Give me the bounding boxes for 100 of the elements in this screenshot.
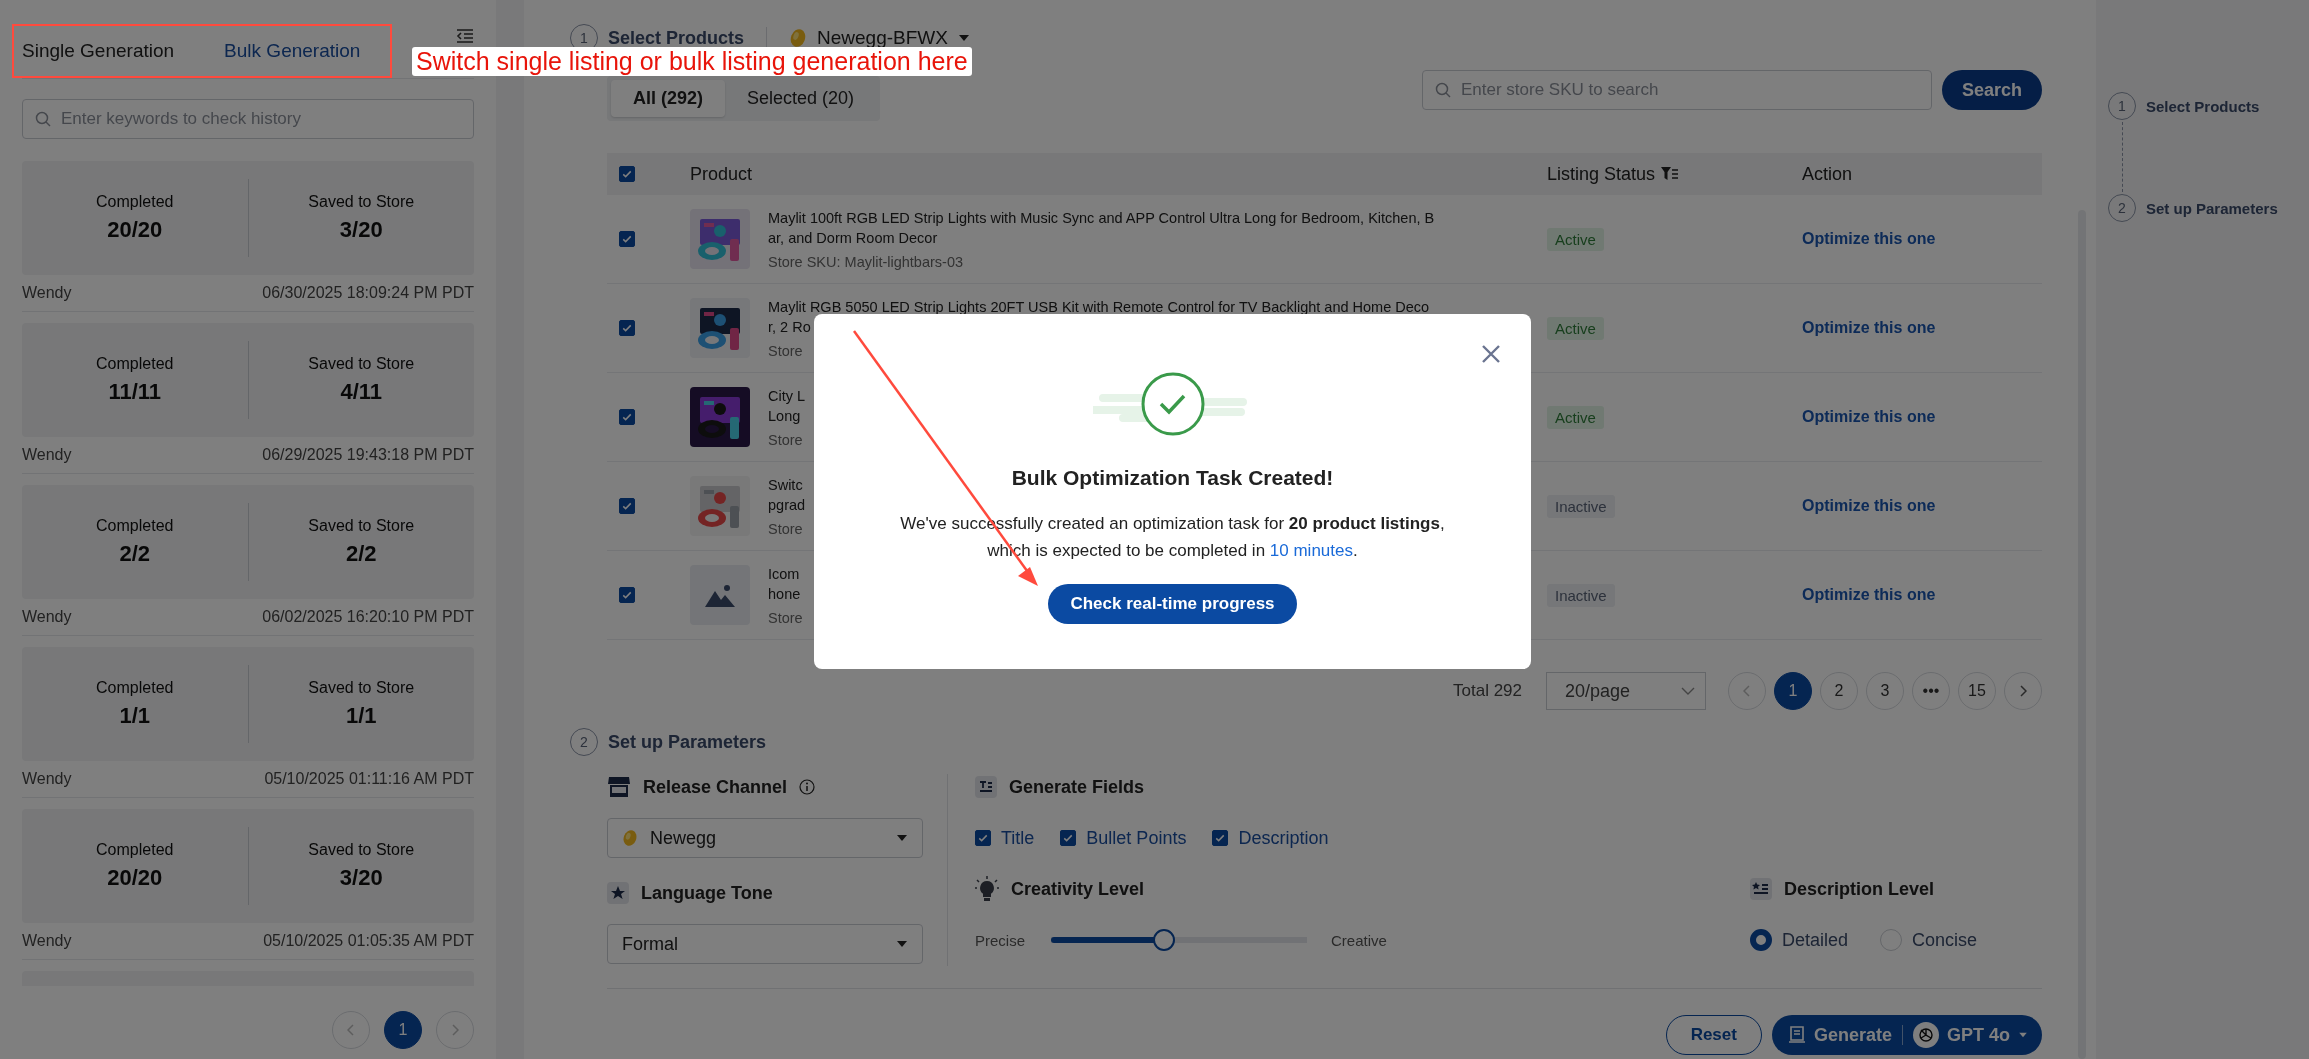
model-select[interactable]: GPT 4o bbox=[1913, 1022, 2028, 1048]
caret-icon bbox=[896, 940, 908, 948]
filter-icon[interactable] bbox=[1661, 167, 1680, 181]
stat-label: Saved to Store bbox=[308, 355, 415, 373]
page-button[interactable]: 2 bbox=[1820, 672, 1858, 710]
checkbox[interactable] bbox=[619, 166, 635, 182]
stat-label: Saved to Store bbox=[308, 517, 415, 535]
generate-split-button[interactable]: Generate GPT 4o bbox=[1771, 1015, 2042, 1055]
checkbox[interactable] bbox=[619, 231, 635, 247]
slider-thumb[interactable] bbox=[1152, 929, 1175, 951]
mountain-icon bbox=[705, 583, 735, 607]
step-link[interactable]: Set up Parameters bbox=[2146, 199, 2278, 217]
page-button[interactable]: 1 bbox=[1774, 672, 1812, 710]
page-button[interactable]: 3 bbox=[1866, 672, 1904, 710]
checkbox-label[interactable]: Description bbox=[1238, 827, 1329, 849]
page-button[interactable]: ••• bbox=[1912, 672, 1950, 710]
checkbox[interactable] bbox=[1212, 830, 1229, 846]
stat-value: 4/11 bbox=[340, 379, 383, 405]
optimize-link[interactable]: Optimize this one bbox=[1802, 319, 1936, 337]
list-icon bbox=[1750, 878, 1772, 900]
status-badge: Inactive bbox=[1547, 494, 1615, 518]
stat-value: 1/1 bbox=[345, 703, 377, 729]
sku-search-field[interactable]: Enter store SKU to search bbox=[1421, 70, 1932, 110]
search-field[interactable]: Enter keywords to check history bbox=[22, 99, 474, 139]
step-link[interactable]: Select Products bbox=[2146, 97, 2260, 115]
optimize-link[interactable]: Optimize this one bbox=[1802, 497, 1936, 515]
stat-value: 20/20 bbox=[107, 865, 163, 891]
history-card[interactable]: Completed 20/20 Saved to Store 3/20 bbox=[22, 809, 474, 923]
collapse-icon[interactable] bbox=[456, 28, 474, 44]
store-sku: Store bbox=[768, 343, 804, 359]
generate-button[interactable]: Generate bbox=[1787, 1024, 1892, 1046]
user-name: Wendy bbox=[22, 284, 72, 302]
store-sku: Store SKU: Maylit-lightbars-03 bbox=[768, 254, 964, 270]
page-button[interactable]: 1 bbox=[384, 1011, 422, 1049]
timestamp: 06/29/2025 19:43:18 PM PDT bbox=[262, 446, 474, 464]
stat-value: 1/1 bbox=[119, 703, 151, 729]
page-size-select[interactable]: 20/page bbox=[1546, 672, 1706, 710]
store-sku: Store bbox=[768, 432, 804, 448]
timestamp: 05/10/2025 01:11:16 AM PDT bbox=[264, 770, 474, 788]
store-sku: Store bbox=[768, 521, 804, 537]
checkmark-icon bbox=[621, 322, 633, 334]
history-card[interactable]: Completed 2/2 Saved to Store 2/2 bbox=[22, 485, 474, 599]
caret-icon bbox=[2018, 1032, 2028, 1038]
optimize-link[interactable]: Optimize this one bbox=[1802, 586, 1936, 604]
page-button[interactable]: 15 bbox=[1958, 672, 1996, 710]
user-name: Wendy bbox=[22, 770, 72, 788]
checkmark-icon bbox=[621, 168, 633, 180]
stat-value: 11/11 bbox=[108, 379, 162, 405]
history-card[interactable]: Completed 11/11 Saved to Store 4/11 bbox=[22, 323, 474, 437]
stat-label: Completed bbox=[96, 355, 174, 373]
lightbulb-icon bbox=[975, 876, 999, 902]
store-icon bbox=[607, 775, 631, 799]
text-fields-icon bbox=[975, 776, 997, 798]
filter-tab[interactable]: All (292) bbox=[611, 80, 726, 117]
close-button[interactable] bbox=[1481, 344, 1501, 364]
checkmark-icon bbox=[1214, 832, 1227, 844]
optimize-link[interactable]: Optimize this one bbox=[1802, 408, 1936, 426]
stat-value: 3/20 bbox=[339, 217, 383, 243]
stat-value: 3/20 bbox=[339, 865, 383, 891]
filter-tab[interactable]: Selected (20) bbox=[725, 80, 877, 117]
field-label: Language Tone bbox=[641, 882, 773, 904]
generation-tab[interactable]: Single Generation bbox=[22, 40, 175, 78]
stat-label: Saved to Store bbox=[308, 193, 415, 211]
history-card[interactable]: Completed 20/20 Saved to Store 3/20 bbox=[22, 161, 474, 275]
checkmark-icon bbox=[1062, 832, 1075, 844]
user-name: Wendy bbox=[22, 446, 72, 464]
search-icon bbox=[35, 111, 51, 127]
step-title: Set up Parameters bbox=[608, 731, 767, 753]
column-header: Action bbox=[1802, 163, 1853, 184]
optimize-link[interactable]: Optimize this one bbox=[1802, 230, 1936, 248]
tone-select[interactable]: Formal bbox=[607, 924, 923, 964]
total-count: Total 292 bbox=[1453, 681, 1522, 701]
chevron-left-icon bbox=[347, 1024, 355, 1036]
generation-tab[interactable]: Bulk Generation bbox=[224, 40, 361, 78]
close-icon bbox=[1481, 344, 1501, 364]
caret-icon bbox=[896, 834, 908, 842]
info-icon[interactable] bbox=[799, 779, 816, 795]
channel-select[interactable]: Newegg bbox=[607, 818, 923, 858]
search-button[interactable]: Search bbox=[1941, 70, 2042, 110]
checkbox[interactable] bbox=[619, 409, 635, 425]
status-badge: Active bbox=[1547, 316, 1604, 340]
dialog-title: Bulk Optimization Task Created! bbox=[1011, 466, 1334, 490]
radio-label[interactable]: Concise bbox=[1912, 929, 1978, 951]
document-icon bbox=[1787, 1026, 1806, 1044]
checkbox-label[interactable]: Bullet Points bbox=[1086, 827, 1187, 849]
checkbox[interactable] bbox=[619, 320, 635, 336]
stat-value: 20/20 bbox=[107, 217, 163, 243]
checkbox[interactable] bbox=[619, 587, 635, 603]
history-card[interactable]: Completed 1/1 Saved to Store 1/1 bbox=[22, 647, 474, 761]
reset-button[interactable]: Reset bbox=[1665, 1015, 1762, 1055]
checkbox-label[interactable]: Title bbox=[1001, 827, 1035, 849]
radio-label[interactable]: Detailed bbox=[1782, 929, 1849, 951]
checkbox[interactable] bbox=[619, 498, 635, 514]
progress-button[interactable]: Check real-time progress bbox=[1048, 584, 1297, 624]
checkbox[interactable] bbox=[1060, 830, 1077, 846]
radio-button[interactable] bbox=[1750, 929, 1772, 951]
checkbox[interactable] bbox=[975, 830, 991, 846]
status-badge: Active bbox=[1547, 405, 1604, 429]
column-header: Product bbox=[690, 163, 753, 185]
store-sku: Store bbox=[768, 610, 803, 626]
